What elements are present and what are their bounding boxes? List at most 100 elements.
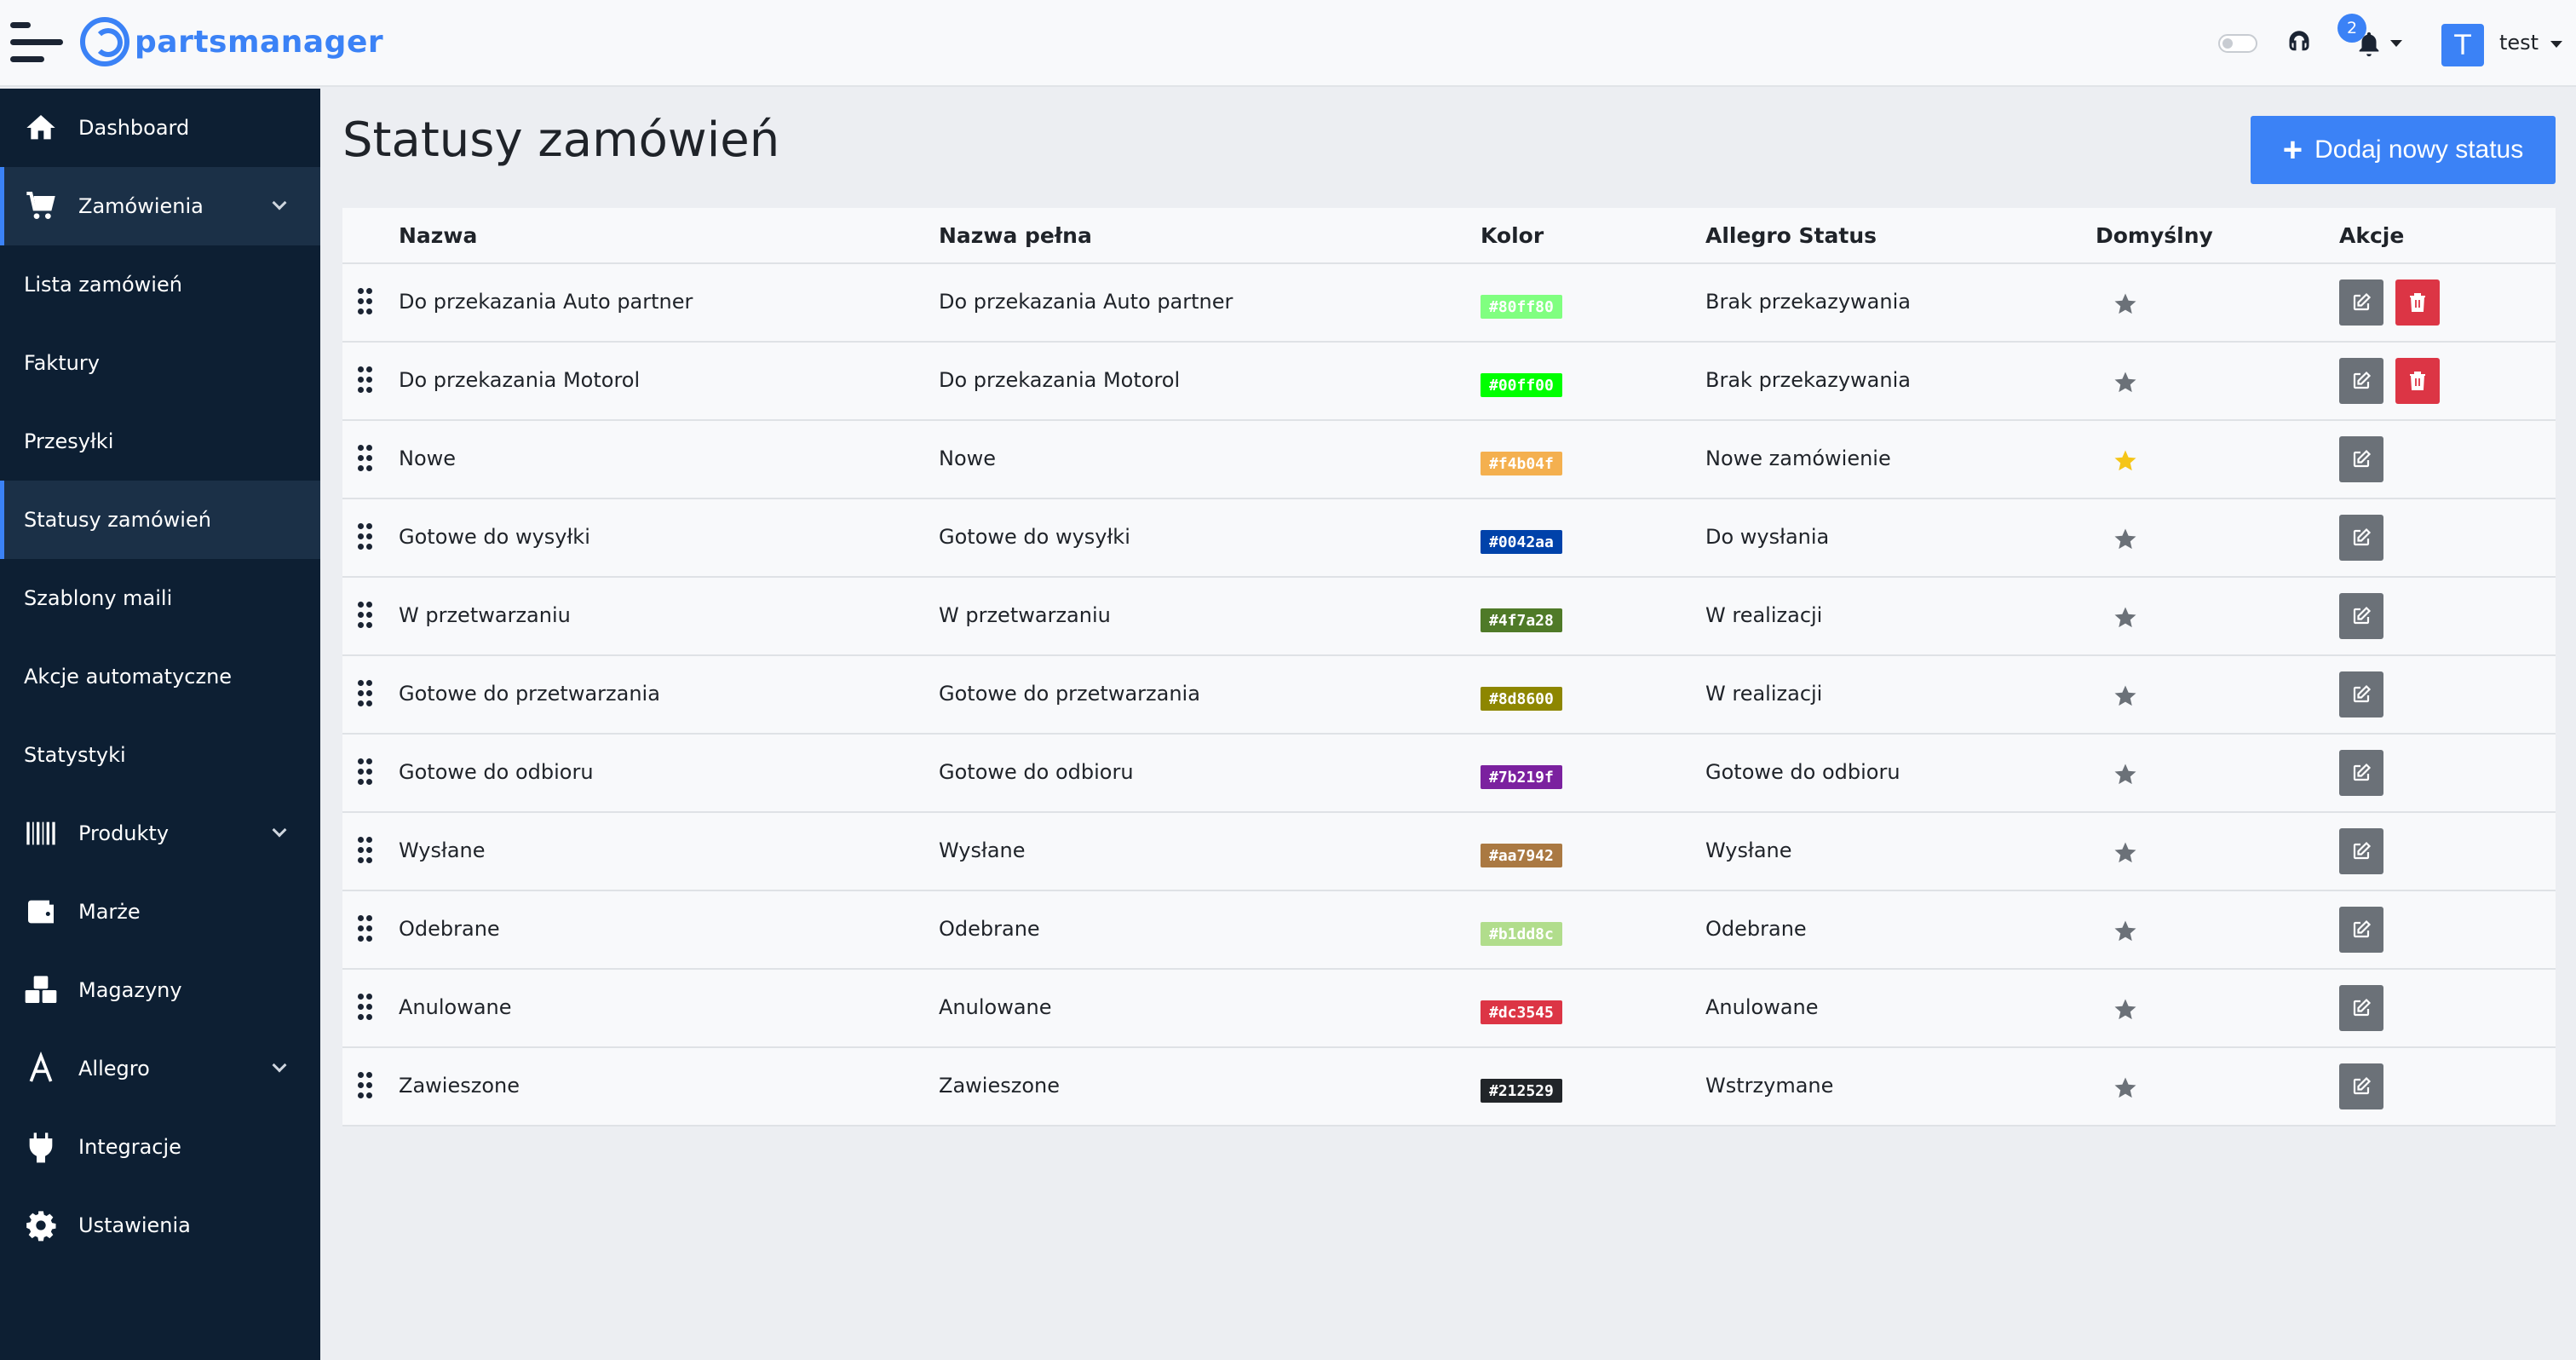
default-star-icon[interactable] [2113,997,2138,1023]
chevron-down-icon [272,195,287,210]
edit-button[interactable] [2339,593,2383,639]
delete-button[interactable] [2395,279,2440,326]
user-menu-chevron-icon[interactable] [2550,41,2562,48]
edit-button[interactable] [2339,515,2383,561]
default-star-icon[interactable] [2113,370,2138,395]
plus-icon: + [2282,130,2303,169]
edit-icon [2353,684,2372,703]
default-star-icon[interactable] [2113,919,2138,944]
edit-button[interactable] [2339,828,2383,874]
sidebar-item-label: Allegro [78,1057,150,1081]
edit-button[interactable] [2339,671,2383,717]
color-badge: #b1dd8c [1481,922,1562,946]
drag-handle-icon[interactable] [358,680,375,709]
sidebar-item-products[interactable]: Produkty [0,794,320,873]
sidebar-item-email-templates[interactable]: Szablony maili [0,559,320,637]
sidebar-item-margins[interactable]: Marże [0,873,320,951]
status-full-name: Gotowe do przetwarzania [939,682,1200,706]
sidebar-item-invoices[interactable]: Faktury [0,324,320,402]
default-star-icon[interactable] [2113,448,2138,474]
edit-icon [2353,1076,2372,1095]
edit-icon [2353,841,2372,860]
allegro-status: W realizacji [1705,682,1823,706]
logo[interactable]: partsmanager [80,17,383,66]
default-star-icon[interactable] [2113,605,2138,631]
drag-handle-icon[interactable] [358,915,375,944]
status-full-name: Wysłane [939,838,1026,862]
status-full-name: Odebrane [939,917,1040,941]
drag-handle-icon[interactable] [358,445,375,474]
username[interactable]: test [2499,31,2539,55]
status-full-name: Do przekazania Motorol [939,368,1181,392]
sidebar-item-order-list[interactable]: Lista zamówień [0,245,320,324]
table-row: Zawieszone Zawieszone #212529 Wstrzymane [342,1048,2556,1127]
avatar[interactable]: T [2441,24,2484,66]
sidebar-item-order-statuses[interactable]: Statusy zamówień [0,481,320,559]
sidebar-item-shipments[interactable]: Przesyłki [0,402,320,481]
sidebar-item-statistics[interactable]: Statystyki [0,716,320,794]
color-badge: #f4b04f [1481,452,1562,475]
table-row: Anulowane Anulowane #dc3545 Anulowane [342,970,2556,1048]
sidebar-item-label: Magazyny [78,978,182,1002]
allegro-status: Nowe zamówienie [1705,447,1891,470]
default-star-icon[interactable] [2113,840,2138,866]
drag-handle-icon[interactable] [358,366,375,395]
sidebar-item-dashboard[interactable]: Dashboard [0,89,320,167]
table-header: Nazwa Nazwa pełna Kolor Allegro Status D… [342,208,2556,264]
edit-button[interactable] [2339,750,2383,796]
statuses-table: Nazwa Nazwa pełna Kolor Allegro Status D… [342,208,2556,1127]
column-header-color[interactable]: Kolor [1481,223,1544,248]
sidebar-item-orders[interactable]: Zamówienia [0,167,320,245]
edit-icon [2353,919,2372,938]
edit-button[interactable] [2339,1063,2383,1109]
drag-handle-icon[interactable] [358,602,375,631]
notifications-dropdown-icon[interactable] [2390,40,2402,47]
drag-handle-icon[interactable] [358,994,375,1023]
sidebar-item-warehouses[interactable]: Magazyny [0,951,320,1029]
edit-button[interactable] [2339,358,2383,404]
add-status-button[interactable]: + Dodaj nowy status [2251,116,2556,184]
drag-handle-icon[interactable] [358,837,375,866]
table-row: W przetwarzaniu W przetwarzaniu #4f7a28 … [342,578,2556,656]
status-name: W przetwarzaniu [399,603,571,627]
sidebar-item-allegro[interactable]: Allegro [0,1029,320,1108]
menu-toggle-icon[interactable] [10,20,63,65]
headset-icon[interactable] [2286,29,2312,55]
boxes-icon [25,976,57,1003]
edit-button[interactable] [2339,985,2383,1031]
delete-button[interactable] [2395,358,2440,404]
status-full-name: Zawieszone [939,1074,1060,1098]
column-header-full-name[interactable]: Nazwa pełna [939,223,1092,248]
sidebar-item-integrations[interactable]: Integracje [0,1108,320,1186]
drag-handle-icon[interactable] [358,1072,375,1101]
status-name: Wysłane [399,838,486,862]
sidebar-item-settings[interactable]: Ustawienia [0,1186,320,1265]
theme-toggle[interactable] [2218,34,2257,53]
default-star-icon[interactable] [2113,1075,2138,1101]
bell-icon[interactable] [2355,29,2383,60]
allegro-status: Do wysłania [1705,525,1830,549]
sidebar-item-automatic-actions[interactable]: Akcje automatyczne [0,637,320,716]
default-star-icon[interactable] [2113,683,2138,709]
column-header-name[interactable]: Nazwa [399,223,477,248]
sidebar-item-label: Akcje automatyczne [24,665,233,689]
drag-handle-icon[interactable] [358,523,375,552]
drag-handle-icon[interactable] [358,758,375,787]
column-header-allegro-status[interactable]: Allegro Status [1705,223,1877,248]
default-star-icon[interactable] [2113,291,2138,317]
default-star-icon[interactable] [2113,762,2138,787]
drag-handle-icon[interactable] [358,288,375,317]
sidebar-item-label: Faktury [24,351,100,375]
edit-button[interactable] [2339,279,2383,326]
sidebar-item-label: Produkty [78,821,170,845]
edit-button[interactable] [2339,436,2383,482]
color-badge: #dc3545 [1481,1000,1562,1024]
edit-button[interactable] [2339,907,2383,953]
trash-icon [2410,372,2425,390]
allegro-icon [29,1052,53,1082]
default-star-icon[interactable] [2113,527,2138,552]
color-badge: #7b219f [1481,765,1562,789]
column-header-default[interactable]: Domyślny [2096,223,2213,248]
allegro-status: Odebrane [1705,917,1807,941]
color-badge: #80ff80 [1481,295,1562,319]
